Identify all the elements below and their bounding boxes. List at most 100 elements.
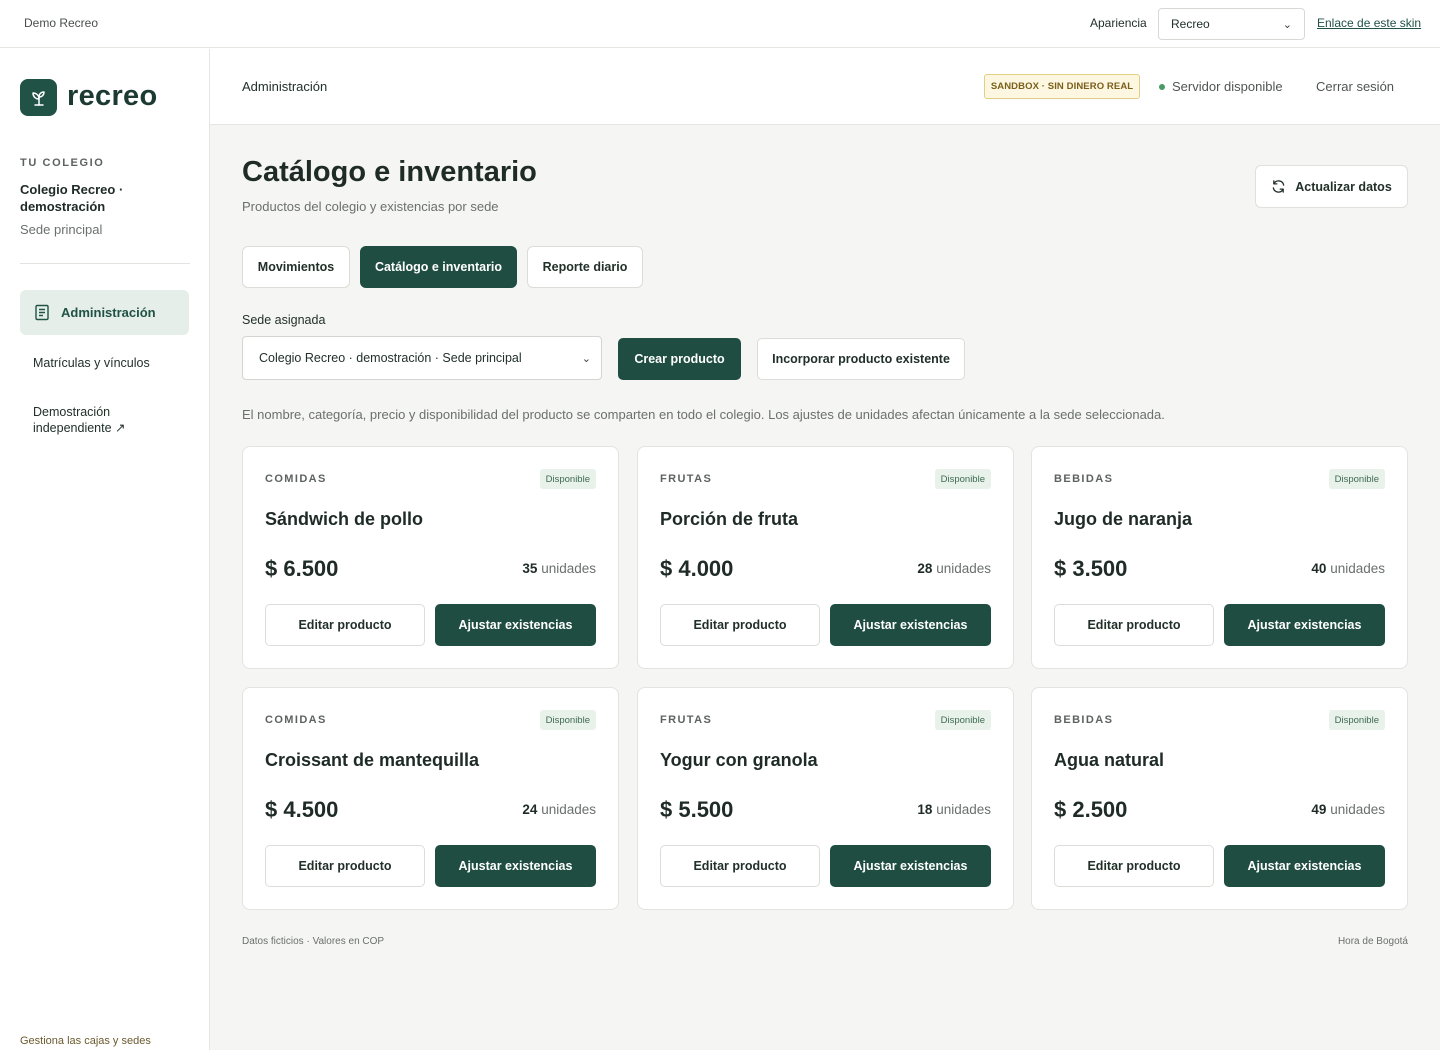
units-count: 35 bbox=[522, 561, 538, 576]
chevron-down-icon: ⌄ bbox=[1282, 18, 1292, 31]
sidebar-item-matriculas[interactable]: Matrículas y vínculos bbox=[33, 355, 150, 371]
product-units: 24 unidades bbox=[522, 802, 596, 817]
status-badge: Disponible bbox=[1328, 469, 1385, 489]
product-category: FRUTAS bbox=[660, 714, 713, 726]
sidebar-item-demostracion[interactable]: Demostración independiente ↗ bbox=[33, 404, 153, 436]
product-units: 18 unidades bbox=[917, 802, 991, 817]
units-count: 24 bbox=[522, 802, 538, 817]
edit-product-button[interactable]: Editar producto bbox=[660, 604, 820, 646]
product-units: 35 unidades bbox=[522, 561, 596, 576]
units-suffix: unidades bbox=[541, 802, 596, 817]
footer-note: Datos ficticios · Valores en COP bbox=[242, 936, 385, 947]
product-price: $ 3.500 bbox=[1054, 556, 1128, 581]
product-card: FRUTAS Disponible Porción de fruta $ 4.0… bbox=[637, 446, 1014, 669]
sidebar-divider bbox=[20, 263, 190, 264]
logout-link[interactable]: Cerrar sesión bbox=[1316, 79, 1394, 94]
refresh-button-label: Actualizar datos bbox=[1295, 179, 1392, 194]
skin-select[interactable]: Recreo ⌄ bbox=[1158, 8, 1305, 40]
create-product-button[interactable]: Crear producto bbox=[618, 338, 741, 380]
product-name: Yogur con granola bbox=[660, 750, 818, 770]
product-price: $ 2.500 bbox=[1054, 797, 1128, 822]
edit-product-button[interactable]: Editar producto bbox=[265, 604, 425, 646]
school-caption: TU COLEGIO bbox=[20, 157, 105, 169]
units-suffix: unidades bbox=[541, 561, 596, 576]
tab-reporte-diario[interactable]: Reporte diario bbox=[527, 246, 643, 288]
site-select-value: Colegio Recreo · demostración · Sede pri… bbox=[259, 351, 522, 365]
top-bar: Demo Recreo Apariencia Recreo ⌄ Enlace d… bbox=[0, 0, 1440, 48]
product-category: BEBIDAS bbox=[1054, 473, 1114, 485]
refresh-icon bbox=[1271, 179, 1286, 194]
refresh-button[interactable]: Actualizar datos bbox=[1255, 165, 1408, 208]
product-name: Agua natural bbox=[1054, 750, 1165, 770]
page-title: Catálogo e inventario bbox=[242, 156, 537, 188]
sidebar: recreo TU COLEGIO Colegio Recreo · demos… bbox=[0, 49, 210, 1050]
skin-link[interactable]: Enlace de este skin bbox=[1317, 16, 1421, 30]
product-name: Porción de fruta bbox=[660, 509, 799, 529]
school-name: Colegio Recreo · demostración bbox=[20, 182, 124, 214]
site-select[interactable]: Colegio Recreo · demostración · Sede pri… bbox=[242, 336, 602, 380]
logo-icon bbox=[20, 79, 57, 116]
product-category: COMIDAS bbox=[265, 714, 327, 726]
main-content: Catálogo e inventario Productos del cole… bbox=[210, 125, 1440, 1050]
edit-product-button[interactable]: Editar producto bbox=[1054, 845, 1214, 887]
units-suffix: unidades bbox=[936, 561, 991, 576]
edit-product-button[interactable]: Editar producto bbox=[1054, 604, 1214, 646]
school-site: Sede principal bbox=[20, 222, 103, 237]
product-card: BEBIDAS Disponible Jugo de naranja $ 3.5… bbox=[1031, 446, 1408, 669]
status-dot-icon bbox=[1159, 83, 1165, 90]
adjust-stock-button[interactable]: Ajustar existencias bbox=[435, 604, 596, 646]
units-count: 18 bbox=[917, 802, 933, 817]
chevron-down-icon: ⌄ bbox=[581, 352, 591, 365]
product-units: 28 unidades bbox=[917, 561, 991, 576]
site-select-label: Sede asignada bbox=[242, 313, 326, 327]
demo-label: Demo Recreo bbox=[24, 16, 99, 30]
product-price: $ 4.000 bbox=[660, 556, 734, 581]
product-name: Croissant de mantequilla bbox=[265, 750, 480, 770]
adjust-stock-button[interactable]: Ajustar existencias bbox=[830, 604, 991, 646]
main-header: Administración SANDBOX · SIN DINERO REAL… bbox=[210, 49, 1440, 125]
appearance-label: Apariencia bbox=[1090, 16, 1147, 30]
units-suffix: unidades bbox=[1330, 561, 1385, 576]
product-name: Sándwich de pollo bbox=[265, 509, 424, 529]
server-status-text: Servidor disponible bbox=[1172, 79, 1283, 94]
page-subtitle: Productos del colegio y existencias por … bbox=[242, 199, 499, 214]
adjust-stock-button[interactable]: Ajustar existencias bbox=[1224, 604, 1385, 646]
product-price: $ 4.500 bbox=[265, 797, 339, 822]
product-price: $ 5.500 bbox=[660, 797, 734, 822]
skin-select-value: Recreo bbox=[1171, 17, 1210, 31]
status-badge: Disponible bbox=[539, 710, 596, 730]
status-badge: Disponible bbox=[539, 469, 596, 489]
incorporate-product-button[interactable]: Incorporar producto existente bbox=[757, 338, 965, 380]
units-count: 28 bbox=[917, 561, 933, 576]
product-category: BEBIDAS bbox=[1054, 714, 1114, 726]
product-units: 49 unidades bbox=[1311, 802, 1385, 817]
header-title: Administración bbox=[242, 79, 328, 94]
edit-product-button[interactable]: Editar producto bbox=[660, 845, 820, 887]
units-count: 40 bbox=[1311, 561, 1327, 576]
sidebar-item-administracion[interactable]: Administración bbox=[20, 290, 189, 335]
product-name: Jugo de naranja bbox=[1054, 509, 1193, 529]
product-category: FRUTAS bbox=[660, 473, 713, 485]
product-card: BEBIDAS Disponible Agua natural $ 2.500 … bbox=[1031, 687, 1408, 910]
tab-movimientos[interactable]: Movimientos bbox=[242, 246, 350, 288]
tab-catalogo[interactable]: Catálogo e inventario bbox=[360, 246, 517, 288]
product-card: FRUTAS Disponible Yogur con granola $ 5.… bbox=[637, 687, 1014, 910]
edit-product-button[interactable]: Editar producto bbox=[265, 845, 425, 887]
adjust-stock-button[interactable]: Ajustar existencias bbox=[830, 845, 991, 887]
adjust-stock-button[interactable]: Ajustar existencias bbox=[1224, 845, 1385, 887]
product-category: COMIDAS bbox=[265, 473, 327, 485]
logo-text: recreo bbox=[67, 80, 158, 112]
document-icon bbox=[34, 304, 50, 321]
status-badge: Disponible bbox=[934, 469, 991, 489]
sandbox-badge: SANDBOX · SIN DINERO REAL bbox=[984, 74, 1140, 99]
product-card: COMIDAS Disponible Croissant de mantequi… bbox=[242, 687, 619, 910]
status-badge: Disponible bbox=[934, 710, 991, 730]
sidebar-footer: Gestiona las cajas y sedes bbox=[20, 1035, 151, 1047]
sidebar-item-label: Administración bbox=[61, 305, 156, 320]
server-status: Servidor disponible bbox=[1159, 79, 1283, 94]
footer-timezone: Hora de Bogotá bbox=[1337, 936, 1408, 947]
status-badge: Disponible bbox=[1328, 710, 1385, 730]
adjust-stock-button[interactable]: Ajustar existencias bbox=[435, 845, 596, 887]
units-suffix: unidades bbox=[936, 802, 991, 817]
units-suffix: unidades bbox=[1330, 802, 1385, 817]
